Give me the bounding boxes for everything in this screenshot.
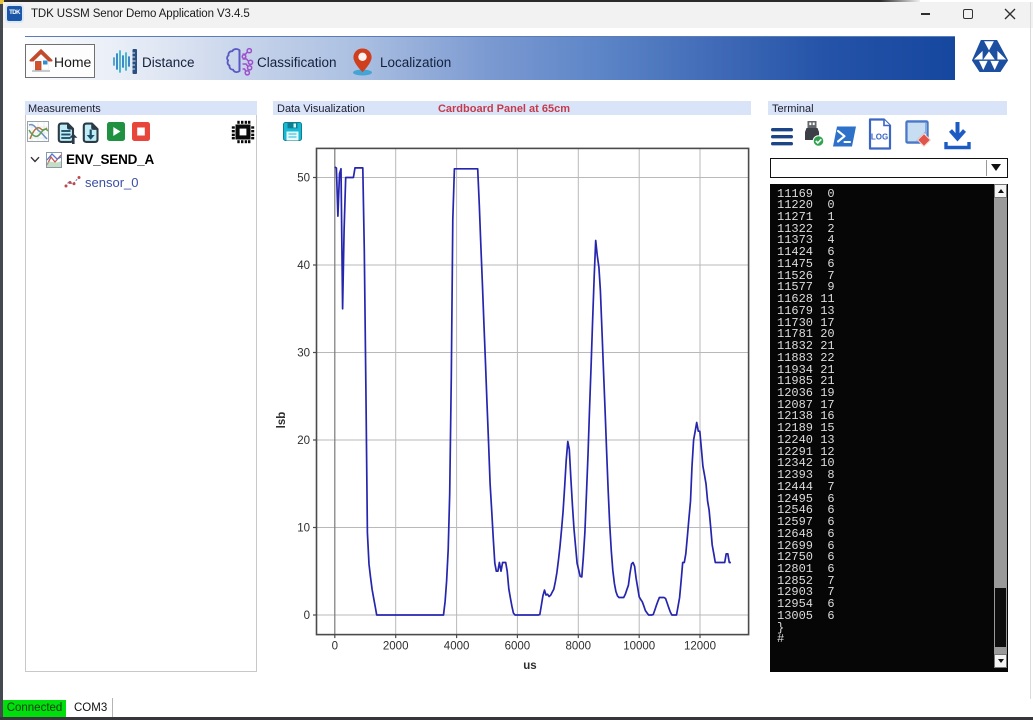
- svg-text:12000: 12000: [684, 641, 716, 653]
- svg-text:30: 30: [297, 348, 310, 360]
- svg-text:40: 40: [297, 260, 310, 272]
- svg-text:0: 0: [304, 610, 310, 622]
- svg-text:4000: 4000: [444, 641, 470, 653]
- svg-text:0: 0: [332, 641, 338, 653]
- svg-text:8000: 8000: [566, 641, 592, 653]
- svg-text:lsb: lsb: [276, 412, 288, 429]
- svg-text:us: us: [523, 660, 536, 672]
- svg-text:LOG: LOG: [871, 133, 888, 142]
- svg-text:6000: 6000: [505, 641, 531, 653]
- svg-text:50: 50: [297, 173, 310, 185]
- svg-text:2000: 2000: [383, 641, 409, 653]
- svg-text:10000: 10000: [623, 641, 655, 653]
- svg-text:20: 20: [297, 435, 310, 447]
- svg-text:10: 10: [297, 523, 310, 535]
